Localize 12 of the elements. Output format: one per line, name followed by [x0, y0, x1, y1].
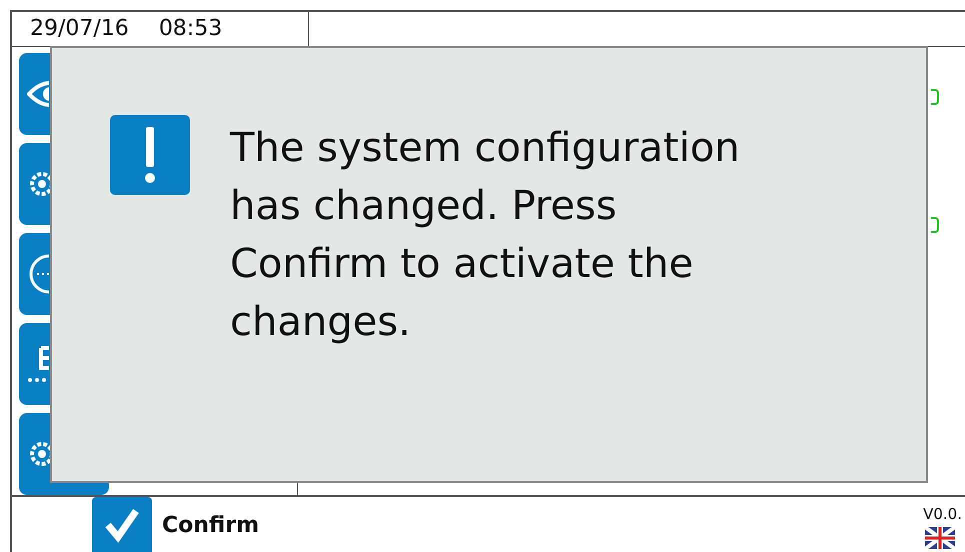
checkmark-icon: [104, 507, 140, 543]
warning-icon: [110, 115, 190, 195]
status-mark-icon: [931, 89, 939, 105]
confirm-button[interactable]: Confirm: [92, 497, 260, 552]
version-text: V0.0.: [923, 505, 962, 523]
status-mark-icon: [931, 217, 939, 233]
clock-icon: [27, 254, 49, 294]
list-icon: [27, 344, 49, 384]
time-text: 08:53: [158, 15, 222, 43]
dialog-message: The system configuration has changed. Press Confirm to activate the changes.: [230, 124, 741, 347]
flag-icon[interactable]: [925, 527, 955, 549]
date-text: 29/07/16: [30, 15, 129, 43]
